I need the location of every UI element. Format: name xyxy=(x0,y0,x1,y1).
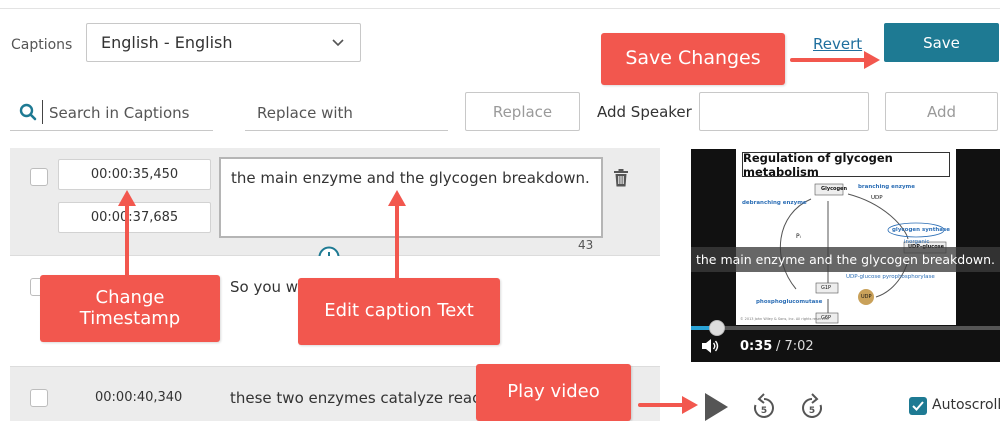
forward-5-icon[interactable]: 5 xyxy=(799,393,825,421)
character-count: 43 xyxy=(578,238,594,252)
slide-title: Regulation of glycogen metabolism xyxy=(742,151,950,179)
svg-text:5: 5 xyxy=(809,406,815,416)
save-button[interactable]: Save xyxy=(884,23,999,62)
language-select[interactable]: English - English xyxy=(86,23,361,62)
video-scrub-handle[interactable] xyxy=(708,320,725,336)
arrow-to-caption xyxy=(388,190,406,280)
search-placeholder: Search in Captions xyxy=(49,104,190,122)
captions-label: Captions xyxy=(11,37,73,53)
slide-label-udp2: UDP xyxy=(861,294,872,300)
caption-text-editor[interactable]: the main enzyme and the glycogen breakdo… xyxy=(219,157,603,238)
replace-button[interactable]: Replace xyxy=(465,92,580,131)
current-time: 0:35 xyxy=(740,339,773,354)
language-select-value: English - English xyxy=(101,33,233,52)
video-caption-overlay: the main enzyme and the glycogen breakdo… xyxy=(691,247,1000,272)
autoscroll-checkbox[interactable] xyxy=(909,397,927,415)
search-input[interactable]: Search in Captions xyxy=(10,96,213,131)
slide-label-g1p: G1P xyxy=(821,285,832,291)
replace-placeholder: Replace with xyxy=(257,104,353,122)
start-timestamp-input[interactable]: 00:00:35,450 xyxy=(58,159,211,190)
video-progress-bar[interactable] xyxy=(691,326,1000,330)
video-slide: Regulation of glycogen metabolism Glycog… xyxy=(736,149,956,325)
slide-label-debranching: debranching enzyme xyxy=(742,200,807,206)
check-icon xyxy=(912,401,924,411)
callout-play-video: Play video xyxy=(476,364,631,421)
trash-icon[interactable] xyxy=(613,169,629,187)
slide-label-branching: branching enzyme xyxy=(858,184,915,190)
volume-icon[interactable] xyxy=(701,338,719,354)
arrow-to-save xyxy=(790,51,880,69)
callout-change-timestamp-line1: Change xyxy=(95,286,165,308)
duration: / 7:02 xyxy=(776,339,814,354)
chevron-down-icon xyxy=(332,39,344,47)
slide-label-glycogen: Glycogen xyxy=(821,186,848,192)
video-player[interactable]: Regulation of glycogen metabolism Glycog… xyxy=(691,149,1000,362)
row-checkbox[interactable] xyxy=(30,389,48,407)
slide-label-phosphoglucomutase: phosphoglucomutase xyxy=(756,299,823,305)
slide-label-udp: UDP xyxy=(871,195,883,201)
slide-label-pyrophosphorylase: UDP-glucose pyrophosphorylase xyxy=(846,274,935,280)
callout-change-timestamp-line2: Timestamp xyxy=(79,307,181,329)
row-checkbox[interactable] xyxy=(30,168,48,186)
slide-label-synthase: glycogen synthase xyxy=(892,227,950,233)
add-speaker-button[interactable]: Add xyxy=(885,92,998,131)
callout-change-timestamp: Change Timestamp xyxy=(40,275,220,342)
caption-text[interactable]: these two enzymes catalyze reacti xyxy=(230,389,490,407)
caption-row[interactable]: 00:00:35,450 00:00:37,685 the main enzym… xyxy=(10,148,660,255)
callout-save-changes: Save Changes xyxy=(601,33,785,85)
add-speaker-label: Add Speaker xyxy=(597,103,692,121)
slide-copyright: © 2013 John Wiley & Sons, Inc. All right… xyxy=(740,317,829,321)
speaker-input[interactable] xyxy=(699,92,869,131)
arrow-to-play xyxy=(638,396,698,414)
svg-text:5: 5 xyxy=(761,406,767,416)
caption-text[interactable]: So you wi xyxy=(230,278,302,296)
callout-edit-caption: Edit caption Text xyxy=(298,278,500,345)
caption-text: the main enzyme and the glycogen breakdo… xyxy=(231,169,590,187)
slide-label-pi: Pᵢ xyxy=(796,233,801,240)
top-divider xyxy=(0,8,1000,9)
start-timestamp[interactable]: 00:00:40,340 xyxy=(95,390,182,405)
autoscroll-label: Autoscroll xyxy=(932,397,1000,413)
slide-label-inorganic: inorganic xyxy=(904,239,930,245)
replace-input[interactable]: Replace with xyxy=(245,96,448,131)
rewind-5-icon[interactable]: 5 xyxy=(751,393,777,421)
play-icon[interactable] xyxy=(702,392,730,421)
arrow-to-timestamp xyxy=(118,190,136,278)
